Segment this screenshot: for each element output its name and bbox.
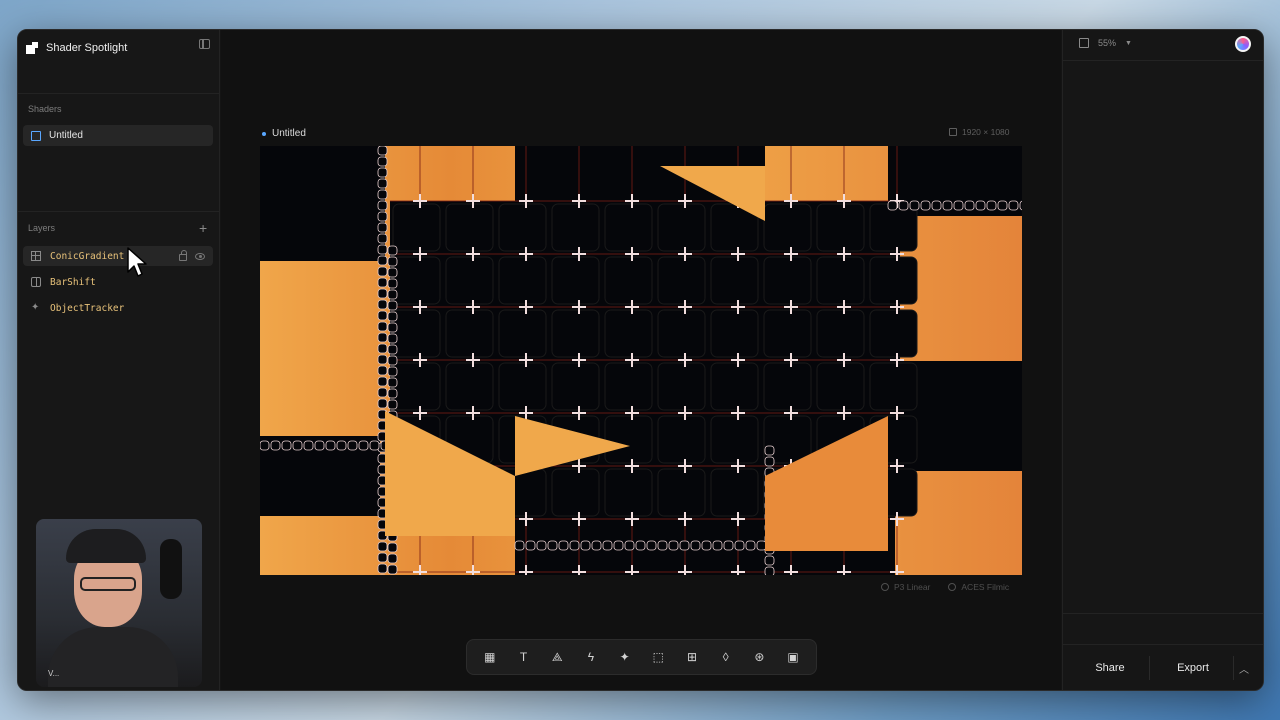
lock-icon[interactable] — [179, 250, 187, 261]
export-button[interactable]: Export — [1153, 656, 1233, 680]
shaders-section-label: Shaders — [28, 104, 62, 114]
text-tool[interactable]: T — [513, 646, 535, 668]
right-panel: 55% ▼ Share Export ︿ — [1062, 30, 1263, 690]
lightning-tool[interactable]: ϟ — [580, 646, 602, 668]
presenter-cap — [66, 529, 146, 563]
chevron-up-icon[interactable]: ︿ — [1235, 659, 1253, 677]
color-space-icon — [881, 583, 889, 591]
app-brand: Shader Spotlight — [26, 38, 127, 58]
drop-tool[interactable]: ◊ — [715, 646, 737, 668]
divider — [1063, 60, 1263, 61]
divider — [1149, 656, 1150, 680]
zoom-level: 55% — [1098, 38, 1117, 48]
canvas-area: Untitled 1920 × 1080 P3 Linear ACES Film… — [221, 30, 1061, 690]
grid-icon — [31, 251, 41, 261]
shapes-tool[interactable]: ⟁ — [546, 646, 568, 668]
share-button[interactable]: Share — [1075, 656, 1145, 680]
color-space-label: P3 Linear — [894, 582, 931, 592]
image-tool[interactable]: ▣ — [782, 646, 804, 668]
tonemap-label: ACES Filmic — [961, 582, 1010, 592]
bottom-toolbar: ▦ T ⟁ ϟ ✦ ⬚ ⊞ ◊ ⊛ ▣ — [466, 639, 817, 675]
checker-tool[interactable]: ▦ — [479, 646, 501, 668]
canvas-size: 1920 × 1080 — [949, 127, 1010, 137]
canvas-title-label: Untitled — [272, 128, 306, 139]
app-logo-icon — [26, 42, 38, 54]
shader-item-label: Untitled — [49, 130, 83, 141]
divider — [18, 211, 219, 212]
layer-item-label: BarShift — [50, 276, 96, 288]
layer-item-label: ObjectTracker — [50, 302, 125, 314]
layer-tools — [179, 250, 205, 261]
mouse-cursor-icon — [127, 247, 147, 277]
canvas-title: Untitled — [262, 128, 306, 139]
grid-tool[interactable]: ⊞ — [681, 646, 703, 668]
color-space[interactable]: P3 Linear — [881, 582, 930, 592]
tonemap[interactable]: ACES Filmic — [948, 582, 1009, 592]
left-sidebar: Shader Spotlight Shaders Untitled Layers… — [18, 30, 220, 690]
webcam-label: V... — [48, 669, 60, 678]
shader-canvas[interactable] — [260, 146, 1022, 575]
bars-icon — [31, 277, 41, 287]
sun-icon — [948, 583, 957, 591]
divider — [1063, 644, 1263, 645]
microphone-image — [160, 539, 182, 599]
canvas-size-label: 1920 × 1080 — [962, 127, 1010, 137]
app-window: Shader Spotlight Shaders Untitled Layers… — [17, 29, 1264, 691]
eye-icon[interactable] — [195, 253, 205, 260]
select-tool[interactable]: ⬚ — [647, 646, 669, 668]
user-avatar[interactable] — [1235, 36, 1251, 52]
sparkle-tool[interactable]: ✦ — [614, 646, 636, 668]
layer-item-objecttracker[interactable]: ✦ ObjectTracker — [23, 298, 213, 318]
fit-frame-icon[interactable] — [1079, 38, 1089, 48]
status-dot-icon — [262, 131, 266, 136]
webcam-overlay: V... — [36, 519, 202, 687]
add-layer-button[interactable]: + — [199, 221, 207, 235]
layer-item-barshift[interactable]: BarShift — [23, 272, 213, 292]
shader-item-untitled[interactable]: Untitled — [23, 125, 213, 146]
chevron-down-icon: ▼ — [1125, 39, 1132, 47]
resolution-icon — [949, 128, 957, 136]
layers-section-label: Layers — [28, 223, 56, 233]
zoom-control[interactable]: 55% ▼ — [1079, 38, 1132, 48]
divider — [18, 93, 219, 94]
divider — [1233, 656, 1234, 680]
presenter-glasses — [80, 577, 136, 591]
frame-icon — [31, 130, 41, 141]
sparkle-icon: ✦ — [31, 302, 40, 313]
blend-tool[interactable]: ⊛ — [748, 646, 770, 668]
divider — [1063, 613, 1263, 614]
shader-output-image — [260, 146, 1022, 575]
app-title: Shader Spotlight — [46, 42, 128, 54]
sidebar-toggle-icon[interactable] — [199, 39, 210, 49]
presenter-body — [48, 627, 178, 687]
layer-item-label: ConicGradient — [50, 250, 125, 262]
canvas-footer: P3 Linear ACES Filmic — [881, 582, 1009, 592]
layer-item-conicgradient[interactable]: ConicGradient — [23, 246, 213, 266]
